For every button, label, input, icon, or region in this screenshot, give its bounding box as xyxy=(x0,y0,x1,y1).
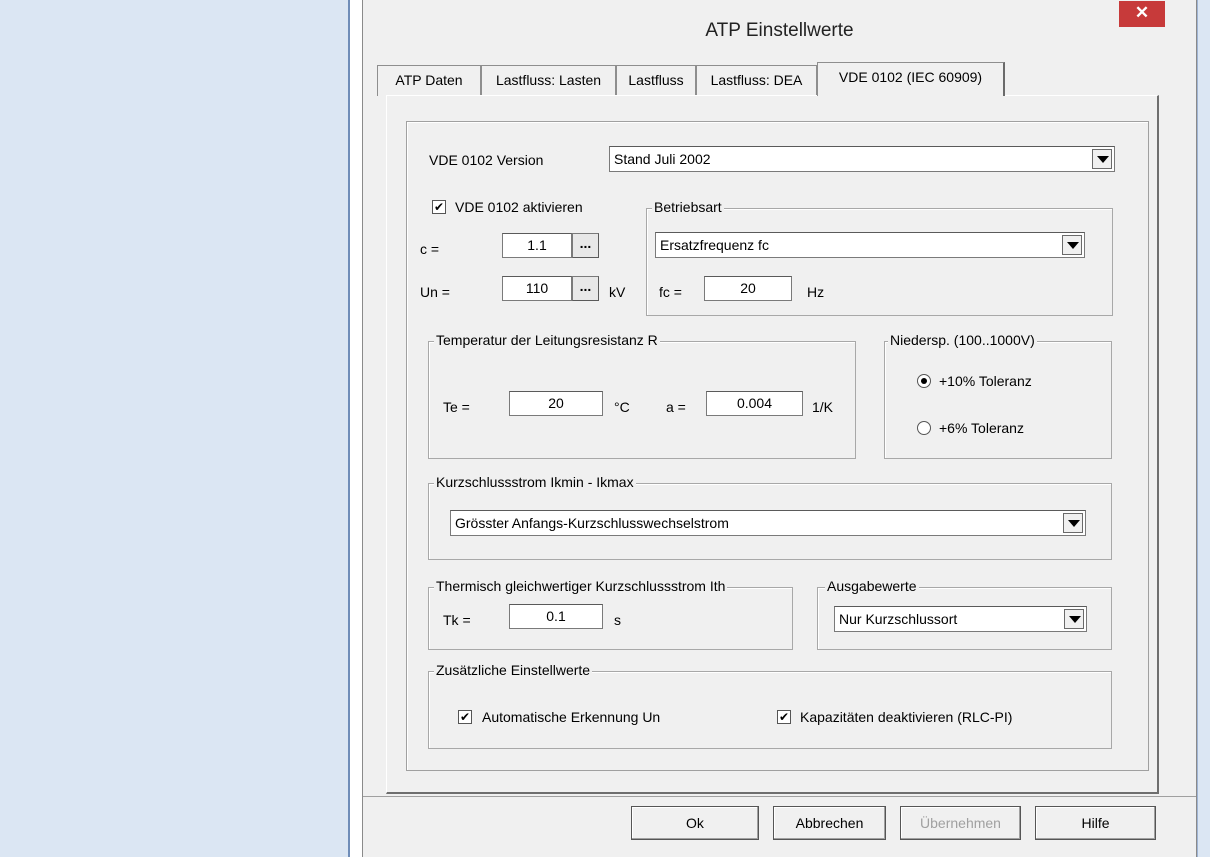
fc-label: fc = xyxy=(659,284,682,300)
te-unit: °C xyxy=(614,399,630,415)
ausgabe-select[interactable]: Nur Kurzschlussort xyxy=(834,606,1087,632)
tab-label: VDE 0102 (IEC 60909) xyxy=(838,69,983,85)
background-right-pane xyxy=(1198,0,1210,857)
temperatur-title: Temperatur der Leitungsresistanz R xyxy=(434,332,660,348)
chevron-down-icon[interactable] xyxy=(1063,513,1083,533)
atp-settings-dialog: ATP Einstellwerte ✕ ATP Daten Lastfluss:… xyxy=(362,0,1197,857)
check-icon: ✔ xyxy=(459,710,471,724)
a-unit: 1/K xyxy=(812,399,834,415)
chevron-down-icon[interactable] xyxy=(1062,235,1082,255)
kapazitaeten-checkbox[interactable]: ✔ xyxy=(777,710,791,724)
fc-input[interactable]: 20 xyxy=(704,276,792,301)
tab-vde-0102[interactable]: VDE 0102 (IEC 60909) xyxy=(817,62,1005,96)
betriebsart-select[interactable]: Ersatzfrequenz fc xyxy=(655,232,1085,258)
ok-button[interactable]: Ok xyxy=(631,806,759,840)
tolerance-6-radio[interactable] xyxy=(917,421,931,435)
auto-un-label: Automatische Erkennung Un xyxy=(482,709,661,725)
un-input[interactable]: 110 xyxy=(502,276,572,301)
thermisch-title: Thermisch gleichwertiger Kurzschlussstro… xyxy=(434,578,728,594)
kapazitaeten-label: Kapazitäten deaktivieren (RLC-PI) xyxy=(800,709,1013,725)
tab-lastfluss-lasten[interactable]: Lastfluss: Lasten xyxy=(481,65,616,96)
activate-checkbox[interactable]: ✔ xyxy=(432,200,446,214)
niedersp-title: Niedersp. (100..1000V) xyxy=(888,332,1037,348)
version-value: Stand Juli 2002 xyxy=(614,151,711,167)
tab-label: Lastfluss: DEA xyxy=(710,72,803,88)
help-button[interactable]: Hilfe xyxy=(1035,806,1156,840)
kurzschluss-select[interactable]: Grösster Anfangs-Kurzschlusswechselstrom xyxy=(450,510,1086,536)
tab-label: Lastfluss xyxy=(628,72,684,88)
version-select[interactable]: Stand Juli 2002 xyxy=(609,146,1115,172)
un-browse-button[interactable]: ... xyxy=(572,276,599,301)
close-icon: ✕ xyxy=(1134,3,1150,22)
background-left-pane xyxy=(0,0,348,857)
te-label: Te = xyxy=(443,399,470,415)
footer-separator xyxy=(363,796,1196,797)
tolerance-10-radio[interactable] xyxy=(917,374,931,388)
chevron-down-icon[interactable] xyxy=(1064,609,1084,629)
betriebsart-title: Betriebsart xyxy=(652,199,724,215)
auto-un-checkbox[interactable]: ✔ xyxy=(458,710,472,724)
tk-input[interactable]: 0.1 xyxy=(509,604,603,629)
tab-label: Lastfluss: Lasten xyxy=(495,72,602,88)
tolerance-6-label: +6% Toleranz xyxy=(939,420,1024,436)
ausgabe-value: Nur Kurzschlussort xyxy=(839,611,958,627)
chevron-down-icon[interactable] xyxy=(1092,149,1112,169)
kurzschluss-value: Grösster Anfangs-Kurzschlusswechselstrom xyxy=(455,515,729,531)
tk-unit: s xyxy=(614,612,621,628)
check-icon: ✔ xyxy=(433,200,445,214)
cancel-button[interactable]: Abbrechen xyxy=(773,806,886,840)
niedersp-group xyxy=(884,341,1112,459)
tolerance-10-label: +10% Toleranz xyxy=(939,373,1032,389)
te-input[interactable]: 20 xyxy=(509,391,603,416)
apply-button[interactable]: Übernehmen xyxy=(900,806,1021,840)
dialog-title: ATP Einstellwerte xyxy=(705,20,854,41)
un-unit: kV xyxy=(609,284,626,300)
fc-unit: Hz xyxy=(807,284,825,300)
un-label: Un = xyxy=(420,284,450,300)
title-bar[interactable]: ATP Einstellwerte ✕ xyxy=(363,0,1196,58)
tk-label: Tk = xyxy=(443,612,471,628)
c-label: c = xyxy=(420,241,440,257)
close-button[interactable]: ✕ xyxy=(1119,1,1165,27)
a-label: a = xyxy=(666,399,686,415)
tab-lastfluss[interactable]: Lastfluss xyxy=(616,65,696,96)
c-input[interactable]: 1.1 xyxy=(502,233,572,258)
tab-atp-daten[interactable]: ATP Daten xyxy=(377,65,481,96)
tab-label: ATP Daten xyxy=(395,72,463,88)
zusatz-title: Zusätzliche Einstellwerte xyxy=(434,662,593,678)
activate-label: VDE 0102 aktivieren xyxy=(455,199,583,215)
a-input[interactable]: 0.004 xyxy=(706,391,803,416)
kurzschluss-title: Kurzschlussstrom Ikmin - Ikmax xyxy=(434,474,636,490)
c-browse-button[interactable]: ... xyxy=(572,233,599,258)
check-icon: ✔ xyxy=(778,710,790,724)
betriebsart-value: Ersatzfrequenz fc xyxy=(660,237,769,253)
thermisch-group xyxy=(428,587,793,650)
version-label: VDE 0102 Version xyxy=(429,152,544,168)
background-gap xyxy=(350,0,362,857)
tab-lastfluss-dea[interactable]: Lastfluss: DEA xyxy=(696,65,817,96)
ausgabe-title: Ausgabewerte xyxy=(825,578,919,594)
